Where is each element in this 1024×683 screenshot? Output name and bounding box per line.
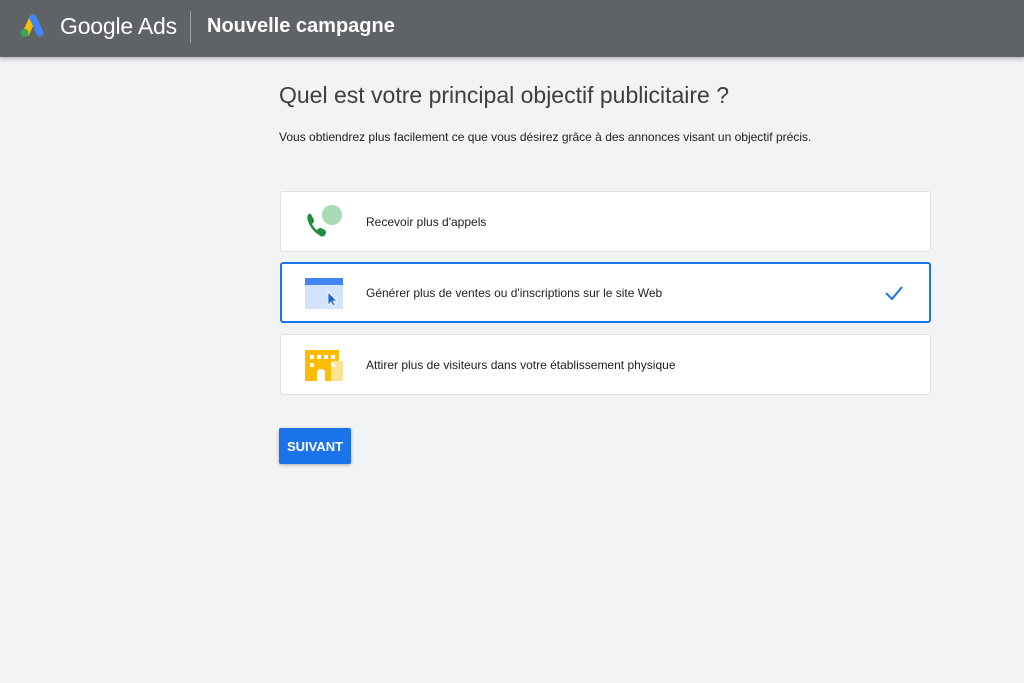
top-bar: Google Ads Nouvelle campagne (0, 0, 1024, 57)
goal-option-store-visits-label: Attirer plus de visiteurs dans votre éta… (366, 358, 676, 372)
goal-option-calls[interactable]: Recevoir plus d'appels (280, 191, 931, 252)
next-button[interactable]: SUIVANT (279, 428, 351, 464)
google-ads-logo-icon[interactable] (17, 13, 47, 39)
website-cursor-icon (305, 278, 343, 309)
page-heading: Nouvelle campagne (207, 15, 395, 37)
goal-option-store-visits[interactable]: Attirer plus de visiteurs dans votre éta… (280, 334, 931, 395)
goal-option-website-sales-label: Générer plus de ventes ou d'inscriptions… (366, 286, 663, 300)
page-title: Quel est votre principal objectif public… (279, 82, 730, 108)
checkmark-icon (885, 286, 903, 301)
store-building-icon (305, 350, 343, 381)
phone-call-icon (307, 205, 342, 237)
header-divider (190, 11, 191, 43)
goal-option-website-sales[interactable]: Générer plus de ventes ou d'inscriptions… (280, 262, 931, 323)
page-subtitle: Vous obtiendrez plus facilement ce que v… (279, 130, 812, 144)
goal-option-calls-label: Recevoir plus d'appels (366, 215, 487, 229)
brand-name: Google Ads (60, 13, 177, 39)
